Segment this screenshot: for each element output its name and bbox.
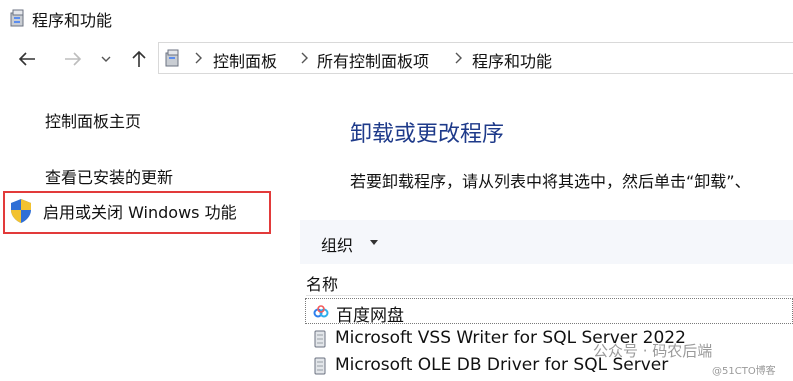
column-header-divider (306, 295, 793, 296)
sidebar-item-view-installed-updates[interactable]: 查看已安装的更新 (45, 164, 173, 188)
installer-icon (314, 357, 326, 375)
chevron-right-icon[interactable] (193, 51, 203, 65)
arrow-right-icon (65, 52, 82, 66)
program-row[interactable]: 百度网盘 (305, 298, 793, 326)
chevron-right-icon[interactable] (299, 51, 309, 65)
sidebar-item-windows-features[interactable]: 启用或关闭 Windows 功能 (43, 199, 237, 223)
title-bar: 程序和功能 (0, 0, 793, 36)
arrow-up-icon (132, 50, 146, 67)
address-bar[interactable]: 控制面板 所有控制面板项 程序和功能 (158, 42, 793, 74)
control-panel-icon (165, 49, 179, 67)
organize-button[interactable]: 组织 (321, 232, 353, 256)
caret-down-icon[interactable] (370, 240, 378, 245)
page-description: 若要卸载程序，请从列表中将其选中，然后单击“卸载”、 (350, 172, 751, 191)
breadcrumb-control-panel[interactable]: 控制面板 (213, 48, 277, 72)
column-header-name[interactable]: 名称 (306, 271, 338, 295)
breadcrumb-programs[interactable]: 程序和功能 (472, 48, 552, 72)
watermark-subtext: @51CTO博客 (712, 366, 776, 377)
recent-locations-button[interactable] (98, 48, 114, 70)
baidu-netdisk-icon (313, 305, 329, 318)
sidebar-item-control-panel-home[interactable]: 控制面板主页 (45, 108, 141, 132)
installer-icon (314, 330, 326, 348)
arrow-left-icon (18, 52, 35, 66)
up-button[interactable] (128, 48, 150, 70)
chevron-down-icon (101, 56, 111, 62)
forward-button[interactable] (62, 48, 84, 70)
window-title: 程序和功能 (32, 11, 113, 30)
program-row[interactable]: Microsoft VSS Writer for SQL Server 2022 (305, 326, 793, 352)
breadcrumb-all-items[interactable]: 所有控制面板项 (317, 48, 429, 72)
watermark-text: 公众号 · 码农后端 (593, 342, 713, 360)
toolbar: 组织 (300, 220, 793, 264)
programs-and-features-icon (10, 9, 24, 27)
page-title: 卸载或更改程序 (350, 122, 505, 147)
shield-icon (11, 199, 31, 223)
program-name: 百度网盘 (336, 306, 404, 326)
chevron-right-icon[interactable] (453, 51, 463, 65)
back-button[interactable] (16, 48, 38, 70)
